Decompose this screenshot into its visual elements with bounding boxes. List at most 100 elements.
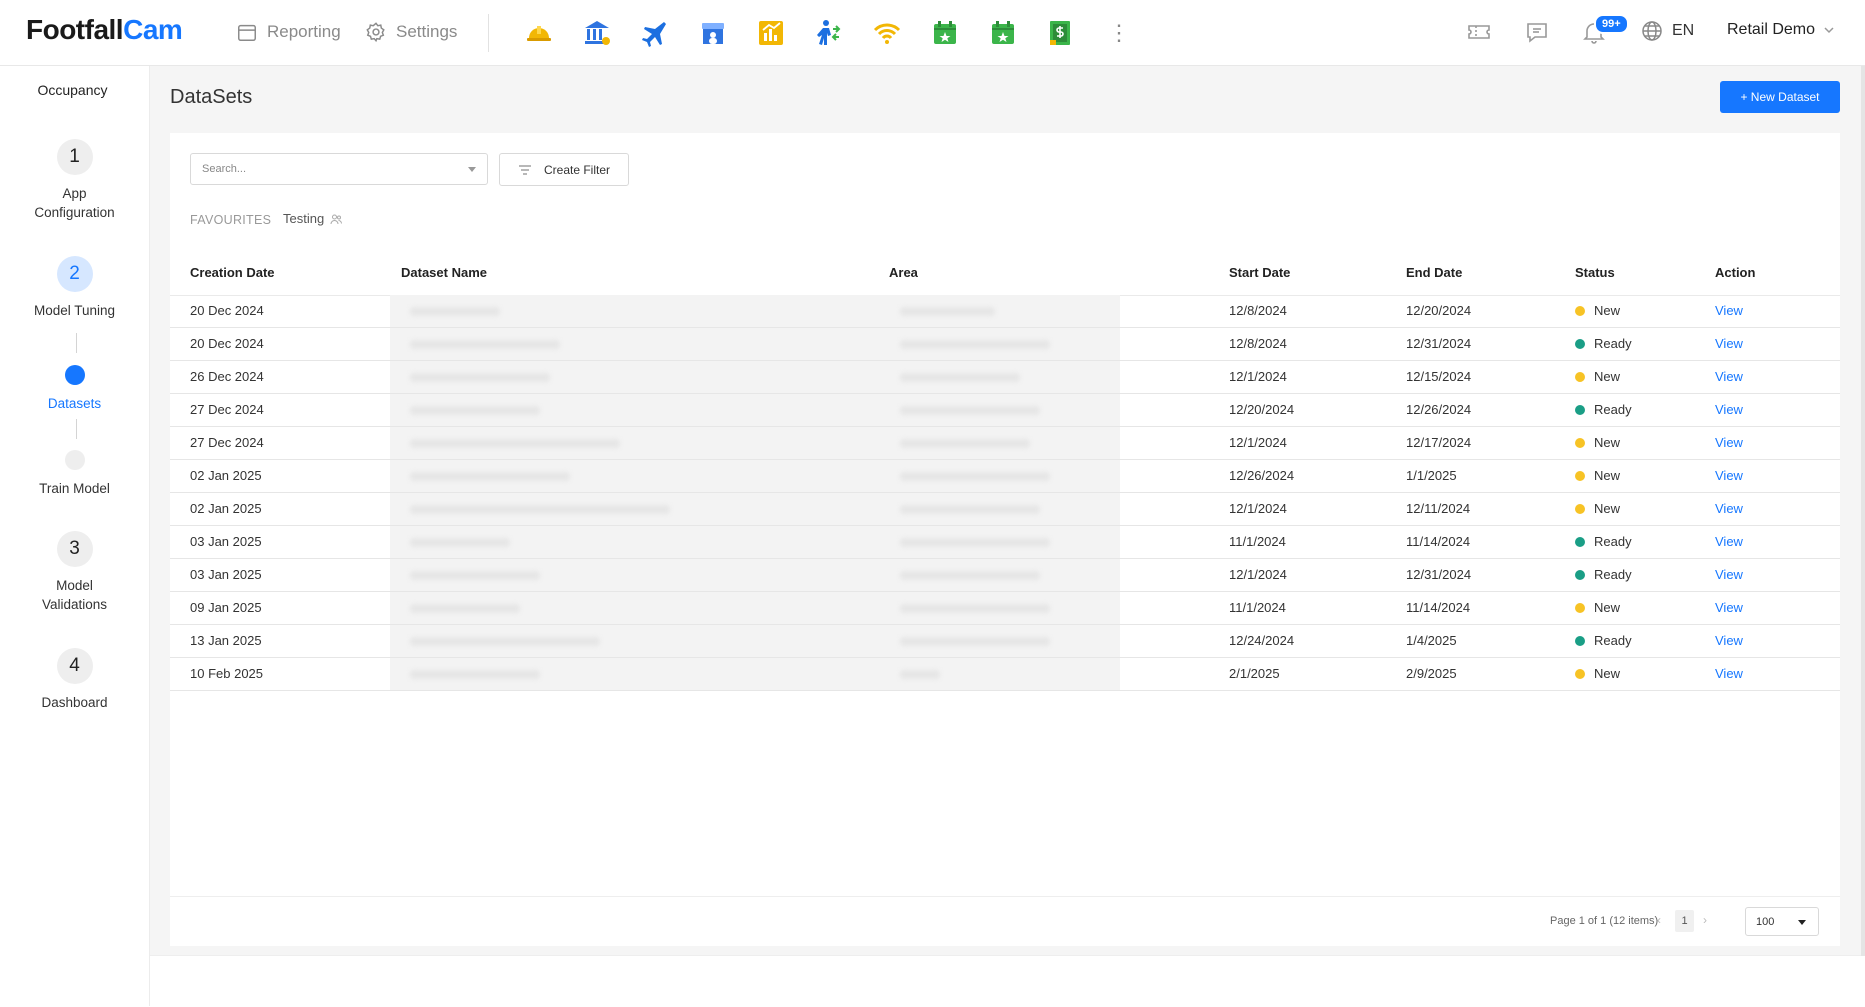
cell-status: New (1575, 592, 1620, 624)
cell-status: Ready (1575, 526, 1632, 558)
column-end-date[interactable]: End Date (1406, 251, 1462, 295)
calendar-star-icon[interactable] (930, 18, 960, 48)
dollar-ticket-icon[interactable] (1045, 18, 1075, 48)
cell-status: New (1575, 295, 1620, 327)
cell-dataset-name-redacted (390, 295, 880, 327)
analytics-chart-icon[interactable] (756, 18, 786, 48)
create-filter-button[interactable]: Create Filter (499, 153, 629, 186)
globe-icon (1642, 21, 1662, 41)
view-link[interactable]: View (1715, 493, 1743, 525)
table-row[interactable]: 09 Jan 2025 11/1/2024 11/14/2024 New View (170, 592, 1840, 625)
step-number: 3 (56, 531, 93, 567)
status-dot (1575, 339, 1585, 349)
view-link[interactable]: View (1715, 295, 1743, 327)
prev-page-icon[interactable]: ‹ (1657, 913, 1661, 927)
search-input[interactable] (200, 154, 444, 184)
airplane-icon[interactable] (640, 18, 670, 48)
cell-area-redacted (880, 559, 1120, 591)
cell-start-date: 12/26/2024 (1229, 468, 1295, 483)
view-link[interactable]: View (1715, 427, 1743, 459)
step-dashboard[interactable]: 4 Dashboard (0, 648, 149, 712)
next-page-icon[interactable]: › (1703, 913, 1707, 927)
table-row[interactable]: 02 Jan 2025 12/26/2024 1/1/2025 New View (170, 460, 1840, 493)
view-link[interactable]: View (1715, 592, 1743, 624)
step-app-configuration[interactable]: 1 App Configuration (0, 139, 149, 222)
column-status[interactable]: Status (1575, 251, 1615, 295)
ticket-icon[interactable] (1466, 19, 1492, 45)
column-dataset-name[interactable]: Dataset Name (401, 251, 487, 295)
view-link[interactable]: View (1715, 559, 1743, 591)
store-icon[interactable] (698, 18, 728, 48)
status-text: New (1594, 666, 1621, 681)
people-flow-icon[interactable] (814, 18, 844, 48)
page-scrollbar[interactable] (1861, 66, 1865, 956)
new-dataset-button[interactable]: + New Dataset (1720, 81, 1840, 113)
language-selector[interactable]: EN (1640, 19, 1694, 43)
status-text: Ready (1594, 633, 1632, 648)
status-dot (1575, 405, 1585, 415)
chat-icon[interactable] (1524, 19, 1550, 45)
datasets-card: Create Filter FAVOURITES Testing Creatio… (170, 133, 1840, 946)
view-link[interactable]: View (1715, 328, 1743, 360)
step-model-tuning[interactable]: 2 Model Tuning (0, 256, 149, 320)
more-apps-icon[interactable]: ⋮ (1108, 20, 1130, 46)
cell-dataset-name-redacted (390, 526, 880, 558)
nav-reporting[interactable]: Reporting (236, 21, 341, 43)
cell-start-date: 12/8/2024 (1229, 336, 1287, 351)
filter-icon (518, 164, 531, 175)
substep-datasets[interactable]: Datasets (0, 365, 149, 413)
page-number-button[interactable]: 1 (1675, 910, 1694, 932)
calendar-star-icon[interactable] (988, 18, 1018, 48)
wifi-icon[interactable] (872, 18, 902, 48)
table-row[interactable]: 20 Dec 2024 12/8/2024 12/31/2024 Ready View (170, 328, 1840, 361)
table-row[interactable]: 27 Dec 2024 12/20/2024 12/26/2024 Ready View (170, 394, 1840, 427)
step-model-validations[interactable]: 3 Model Validations (0, 531, 149, 614)
table-row[interactable]: 13 Jan 2025 12/24/2024 1/4/2025 Ready View (170, 625, 1840, 658)
cell-area-redacted (880, 460, 1120, 492)
cell-status: New (1575, 658, 1620, 690)
table-row[interactable]: 27 Dec 2024 12/1/2024 12/17/2024 New View (170, 427, 1840, 460)
cell-start-date: 2/1/2025 (1229, 666, 1280, 681)
page-title: DataSets (170, 86, 253, 108)
search-box[interactable] (190, 153, 488, 185)
nav-settings[interactable]: Settings (365, 21, 457, 43)
substep-train-model[interactable]: Train Model (0, 450, 149, 498)
cell-start-date: 11/1/2024 (1229, 600, 1286, 615)
view-link[interactable]: View (1715, 361, 1743, 393)
column-start-date[interactable]: Start Date (1229, 251, 1290, 295)
shared-users-icon (330, 214, 343, 224)
cell-area-redacted (880, 592, 1120, 624)
status-dot (1575, 669, 1585, 679)
table-row[interactable]: 03 Jan 2025 11/1/2024 11/14/2024 Ready View (170, 526, 1840, 559)
cell-area-redacted (880, 625, 1120, 657)
page-size-select[interactable]: 100 (1745, 907, 1819, 936)
table-row[interactable]: 02 Jan 2025 12/1/2024 12/11/2024 New View (170, 493, 1840, 526)
table-row[interactable]: 20 Dec 2024 12/8/2024 12/20/2024 New View (170, 295, 1840, 328)
cell-end-date: 12/26/2024 (1406, 402, 1472, 417)
user-menu[interactable]: Retail Demo (1727, 21, 1835, 39)
view-link[interactable]: View (1715, 526, 1743, 558)
favourite-filter-testing[interactable]: Testing (283, 211, 343, 226)
cell-end-date: 12/15/2024 (1406, 369, 1472, 384)
table-row[interactable]: 26 Dec 2024 12/1/2024 12/15/2024 New View (170, 361, 1840, 394)
dropdown-caret-icon[interactable] (468, 167, 476, 172)
cell-dataset-name-redacted (390, 625, 880, 657)
view-link[interactable]: View (1715, 658, 1743, 690)
table-row[interactable]: 03 Jan 2025 12/1/2024 12/31/2024 Ready View (170, 559, 1840, 592)
bank-icon[interactable] (582, 18, 612, 48)
view-link[interactable]: View (1715, 394, 1743, 426)
column-creation-date[interactable]: Creation Date (190, 251, 275, 295)
hardhat-icon[interactable] (524, 18, 554, 48)
view-link[interactable]: View (1715, 460, 1743, 492)
status-text: New (1594, 600, 1621, 615)
column-area[interactable]: Area (889, 251, 918, 295)
view-link[interactable]: View (1715, 625, 1743, 657)
cell-status: New (1575, 460, 1620, 492)
step-number: 4 (56, 648, 93, 684)
table-row[interactable]: 10 Feb 2025 2/1/2025 2/9/2025 New View (170, 658, 1840, 691)
column-action: Action (1715, 265, 1756, 280)
footfallcam-logo[interactable]: FootfallCam (26, 14, 183, 46)
chevron-down-icon (1824, 27, 1834, 34)
status-dot (1575, 504, 1585, 514)
cell-dataset-name-redacted (390, 493, 880, 525)
